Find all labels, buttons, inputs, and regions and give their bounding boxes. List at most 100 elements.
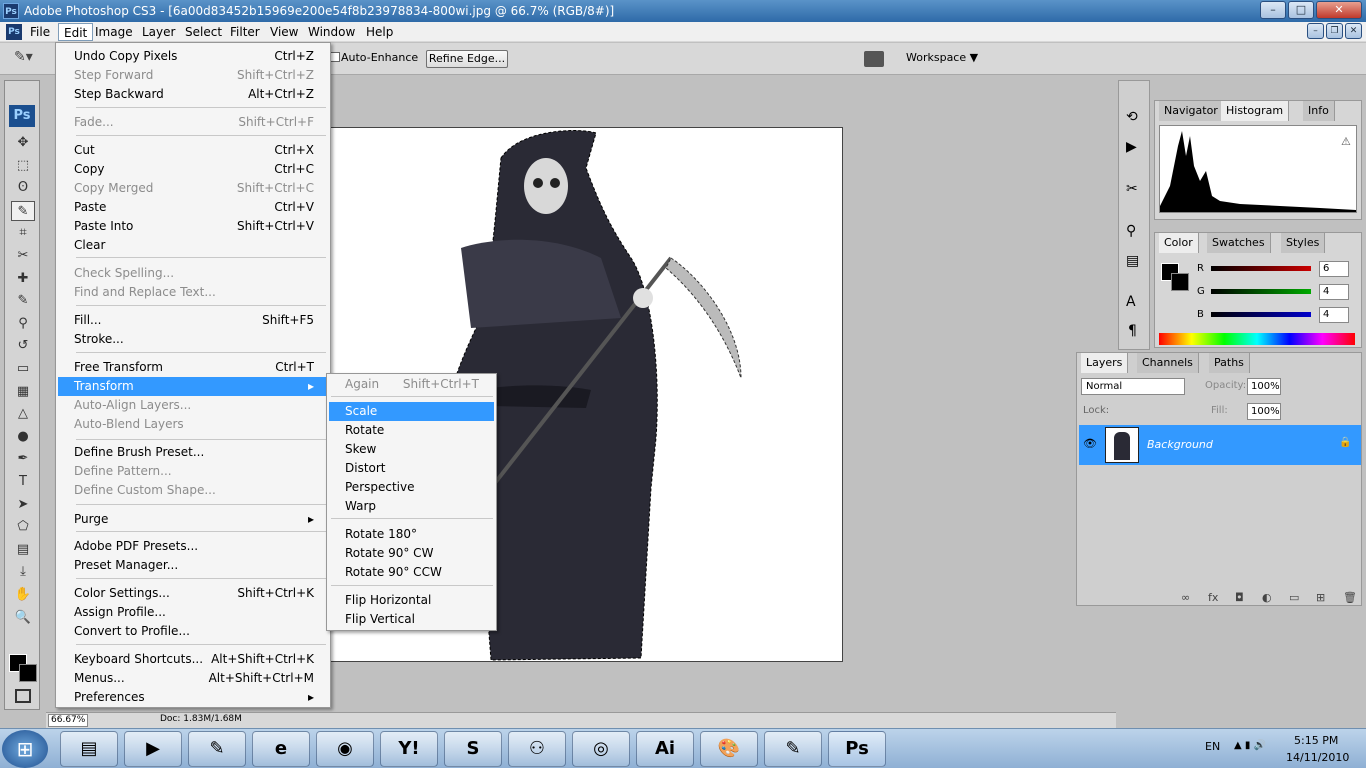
transform-menu-item[interactable]: Rotate	[329, 421, 494, 440]
edit-menu-item[interactable]: Preferences ▸	[58, 688, 328, 707]
transform-menu-item[interactable]: Flip Horizontal	[329, 591, 494, 610]
menu-edit[interactable]: Edit	[58, 23, 94, 41]
clock-date[interactable]: 14/11/2010	[1286, 751, 1349, 764]
edit-menu-item[interactable]: Paste Into Shift+Ctrl+V	[58, 217, 328, 236]
edit-menu-item[interactable]: Paste Ctrl+V	[58, 198, 328, 217]
edit-menu-item[interactable]: Color Settings... Shift+Ctrl+K	[58, 584, 328, 603]
skype-icon[interactable]: S	[444, 731, 502, 767]
layer-row[interactable]: 👁 Background 🔒	[1079, 425, 1361, 465]
gradient-icon[interactable]: ▦	[11, 382, 35, 402]
ie-icon[interactable]: e	[252, 731, 310, 767]
menu-help[interactable]: Help	[361, 23, 398, 41]
warning-icon[interactable]: ⚠	[1341, 135, 1351, 148]
language-indicator[interactable]: EN	[1205, 740, 1220, 753]
zoom-field[interactable]: 66.67%	[48, 714, 88, 727]
slice-icon[interactable]: ✂	[11, 246, 35, 266]
transform-menu-item[interactable]: Perspective	[329, 478, 494, 497]
refine-edge-button[interactable]: Refine Edge...	[426, 50, 508, 68]
menu-file[interactable]: File	[25, 23, 55, 41]
eraser-icon[interactable]: ▭	[11, 359, 35, 379]
menu-filter[interactable]: Filter	[225, 23, 265, 41]
layer-mask-icon[interactable]: ◘	[1235, 591, 1244, 604]
doc-minimize-button[interactable]: –	[1307, 23, 1324, 39]
tray-icons[interactable]: ▲ ▮ 🔊	[1234, 740, 1266, 751]
character-icon[interactable]: A	[1126, 294, 1136, 310]
tab-histogram[interactable]: Histogram	[1221, 101, 1290, 121]
notepad-icon[interactable]: ✎	[764, 731, 822, 767]
channel-value-input[interactable]: 6	[1319, 261, 1349, 277]
yahoo-messenger-icon[interactable]: Y!	[380, 731, 438, 767]
hand-icon[interactable]: ✋	[11, 585, 35, 605]
paint-tools-icon[interactable]: ✎	[188, 731, 246, 767]
menu-window[interactable]: Window	[303, 23, 360, 41]
photoshop-icon[interactable]: Ps	[828, 731, 886, 767]
type-icon[interactable]: T	[11, 472, 35, 492]
edit-menu-item[interactable]: Menus... Alt+Shift+Ctrl+M	[58, 669, 328, 688]
adjustment-layer-icon[interactable]: ◐	[1262, 591, 1272, 604]
illustrator-icon[interactable]: Ai	[636, 731, 694, 767]
fill-input[interactable]: 100%	[1247, 403, 1281, 420]
edit-menu-item[interactable]: Stroke...	[58, 330, 328, 349]
doc-restore-button[interactable]: ❐	[1326, 23, 1343, 39]
transform-menu-item[interactable]: Warp	[329, 497, 494, 516]
history-brush-icon[interactable]: ↺	[11, 336, 35, 356]
zoom-icon[interactable]: 🔍	[11, 608, 35, 628]
channel-value-input[interactable]: 4	[1319, 284, 1349, 300]
transform-menu-item[interactable]: Rotate 90° CCW	[329, 563, 494, 582]
workspace-button[interactable]: Workspace ▼	[906, 51, 978, 64]
edit-menu-item[interactable]: Undo Copy Pixels Ctrl+Z	[58, 47, 328, 66]
edit-menu-item[interactable]: Copy Ctrl+C	[58, 160, 328, 179]
blend-mode-select[interactable]: Normal	[1081, 378, 1185, 395]
background-color-swatch[interactable]	[19, 664, 37, 682]
tab-info[interactable]: Info	[1303, 101, 1335, 121]
transform-menu-item[interactable]: Rotate 180°	[329, 525, 494, 544]
edit-menu-item[interactable]: Fill... Shift+F5	[58, 311, 328, 330]
tab-paths[interactable]: Paths	[1209, 353, 1250, 373]
visibility-eye-icon[interactable]: 👁	[1083, 437, 1097, 450]
new-group-icon[interactable]: ▭	[1289, 591, 1299, 604]
path-selection-icon[interactable]: ➤	[11, 495, 35, 515]
network-icon[interactable]: ⚇	[508, 731, 566, 767]
paint-icon[interactable]: 🎨	[700, 731, 758, 767]
minimize-button[interactable]: –	[1260, 1, 1286, 19]
blur-icon[interactable]: △	[11, 404, 35, 424]
link-layers-icon[interactable]: ∞	[1181, 591, 1190, 604]
tab-color[interactable]: Color	[1159, 233, 1199, 253]
edit-menu-item[interactable]: Assign Profile...	[58, 603, 328, 622]
notes-icon[interactable]: ▤	[11, 540, 35, 560]
pen-icon[interactable]: ✒	[11, 449, 35, 469]
auto-enhance-checkbox[interactable]	[330, 52, 340, 62]
transform-menu-item[interactable]: Scale	[329, 402, 494, 421]
history-icon[interactable]: ⟲	[1126, 109, 1138, 125]
brushes-icon[interactable]: ⚲	[1126, 223, 1136, 239]
close-button[interactable]: ✕	[1316, 1, 1362, 19]
opacity-input[interactable]: 100%	[1247, 378, 1281, 395]
transform-menu-item[interactable]: Distort	[329, 459, 494, 478]
edit-menu-item[interactable]: Adobe PDF Presets...	[58, 537, 328, 556]
edit-menu-item[interactable]: Keyboard Shortcuts... Alt+Shift+Ctrl+K	[58, 650, 328, 669]
channel-slider[interactable]	[1211, 289, 1311, 294]
channel-value-input[interactable]: 4	[1319, 307, 1349, 323]
start-button[interactable]: ⊞	[2, 730, 48, 768]
media-player-icon[interactable]: ▶	[124, 731, 182, 767]
delete-layer-icon[interactable]: 🗑	[1343, 591, 1357, 604]
shape-icon[interactable]: ⬠	[11, 517, 35, 537]
transform-menu-item[interactable]: Rotate 90° CW	[329, 544, 494, 563]
tab-styles[interactable]: Styles	[1281, 233, 1326, 253]
tool-presets-icon[interactable]: ✂	[1126, 181, 1138, 197]
chrome-icon[interactable]: ◉	[316, 731, 374, 767]
color-bg-swatch[interactable]	[1171, 273, 1189, 291]
layer-name[interactable]: Background	[1147, 438, 1213, 451]
quick-selection-icon[interactable]: ✎	[11, 200, 35, 221]
new-layer-icon[interactable]: ⊞	[1316, 591, 1325, 604]
lasso-icon[interactable]: ʘ	[11, 178, 35, 198]
tab-swatches[interactable]: Swatches	[1207, 233, 1271, 253]
edit-menu-item[interactable]: Preset Manager...	[58, 556, 328, 575]
crop-icon[interactable]: ⌗	[11, 223, 35, 243]
edit-menu-item[interactable]: Step Backward Alt+Ctrl+Z	[58, 85, 328, 104]
channel-slider[interactable]	[1211, 266, 1311, 271]
menu-image[interactable]: Image	[90, 23, 138, 41]
dodge-icon[interactable]: ●	[11, 427, 35, 447]
healing-brush-icon[interactable]: ✚	[11, 269, 35, 289]
eyedropper-icon[interactable]: ⤓	[11, 562, 35, 582]
